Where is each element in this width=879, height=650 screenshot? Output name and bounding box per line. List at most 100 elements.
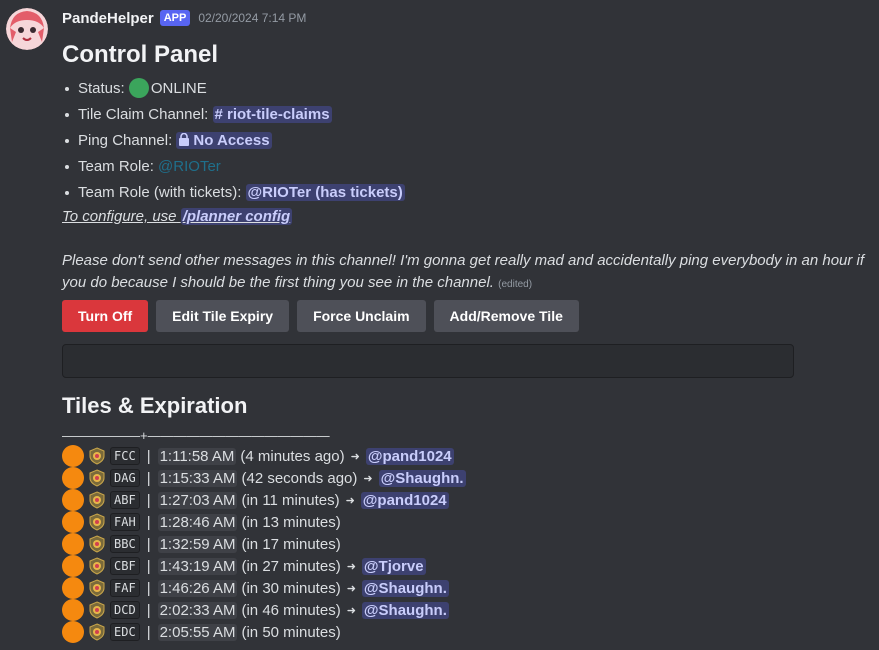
shield-icon	[88, 447, 106, 465]
status-value: ONLINE	[150, 80, 207, 97]
action-buttons: Turn Off Edit Tile Expiry Force Unclaim …	[62, 300, 879, 332]
message: PandeHelper APP 02/20/2024 7:14 PM Contr…	[62, 0, 879, 643]
tile-relative-time: (in 13 minutes)	[241, 513, 341, 531]
pipe-separator: |	[146, 557, 151, 575]
tile-claim-item: Tile Claim Channel: # riot-tile-claims	[65, 102, 879, 128]
status-label: Status:	[78, 80, 125, 97]
arrow-right-icon: ➜	[346, 604, 356, 617]
edit-tile-expiry-button[interactable]: Edit Tile Expiry	[156, 300, 290, 332]
tile-code: EDC	[110, 623, 140, 641]
tile-time[interactable]: 1:11:58 AM	[157, 447, 237, 465]
add-remove-tile-button[interactable]: Add/Remove Tile	[433, 300, 579, 332]
pipe-separator: |	[146, 535, 151, 553]
avatar[interactable]	[6, 8, 48, 50]
shield-icon	[88, 579, 106, 597]
tile-code: FAH	[110, 513, 140, 531]
team-role-item: Team Role: @RIOTer	[65, 154, 879, 180]
shield-icon	[88, 623, 106, 641]
tile-user-mention[interactable]: @pand1024	[360, 491, 449, 509]
shield-icon	[88, 513, 106, 531]
tile-user-mention[interactable]: @Tjorve	[361, 557, 426, 575]
orange-circle-icon	[62, 467, 84, 489]
pipe-separator: |	[146, 601, 151, 619]
team-role-tickets-mention[interactable]: @RIOTer (has tickets)	[245, 184, 405, 201]
pipe-separator: |	[146, 579, 151, 597]
tile-code: CBF	[110, 557, 140, 575]
force-unclaim-button[interactable]: Force Unclaim	[297, 300, 426, 332]
tile-user-mention[interactable]: @Shaughn.	[378, 469, 466, 487]
shield-icon	[88, 557, 106, 575]
ping-channel-value: No Access	[193, 132, 270, 149]
arrow-right-icon: ➜	[350, 450, 360, 463]
pipe-separator: |	[146, 447, 151, 465]
tiles-title: Tiles & Expiration	[62, 393, 248, 418]
tile-user-mention[interactable]: @Shaughn.	[361, 579, 449, 597]
tile-row: FAF | 1:46:26 AM (in 30 minutes) ➜ @Shaughn.	[62, 577, 879, 599]
tile-relative-time: (in 50 minutes)	[241, 623, 341, 641]
tile-time[interactable]: 2:05:55 AM	[157, 623, 238, 641]
tile-relative-time: (in 27 minutes)	[241, 557, 341, 575]
message-header: PandeHelper APP 02/20/2024 7:14 PM	[62, 0, 879, 36]
tile-relative-time: (in 11 minutes)	[241, 491, 340, 509]
orange-circle-icon	[62, 621, 84, 643]
avatar-image	[6, 8, 48, 50]
shield-icon	[88, 491, 106, 509]
panel-title: Control Panel	[62, 41, 219, 68]
tile-row: EDC | 2:05:55 AM (in 50 minutes)	[62, 621, 879, 643]
tile-row: FAH | 1:28:46 AM (in 13 minutes)	[62, 511, 879, 533]
tile-row: ABF | 1:27:03 AM (in 11 minutes) ➜ @pand1024	[62, 489, 879, 511]
shield-icon	[88, 469, 106, 487]
tile-relative-time: (42 seconds ago)	[241, 469, 358, 487]
tile-time[interactable]: 2:02:33 AM	[157, 601, 238, 619]
empty-embed-box	[62, 344, 794, 378]
shield-icon	[88, 535, 106, 553]
tile-row: CBF | 1:43:19 AM (in 27 minutes) ➜ @Tjorve	[62, 555, 879, 577]
arrow-right-icon: ➜	[363, 472, 373, 485]
tile-row: BBC | 1:32:59 AM (in 17 minutes)	[62, 533, 879, 555]
tile-code: BBC	[110, 535, 140, 553]
online-dot-icon	[128, 78, 149, 98]
tile-user-mention[interactable]: @Shaughn.	[361, 601, 449, 619]
status-list: Status: ONLINE Tile Claim Channel: # rio…	[62, 76, 879, 206]
arrow-right-icon: ➜	[346, 582, 356, 595]
tile-time[interactable]: 1:32:59 AM	[157, 535, 238, 553]
tile-claim-label: Tile Claim Channel:	[78, 106, 209, 123]
team-role-tickets-label: Team Role (with tickets):	[78, 184, 242, 201]
tile-time[interactable]: 1:15:33 AM	[157, 469, 238, 487]
tile-relative-time: (in 46 minutes)	[241, 601, 341, 619]
pipe-separator: |	[146, 623, 151, 641]
pipe-separator: |	[146, 469, 151, 487]
status-item: Status: ONLINE	[65, 76, 879, 102]
configure-command[interactable]: /planner config	[180, 208, 293, 225]
tile-user-mention[interactable]: @pand1024	[365, 447, 454, 465]
tile-code: ABF	[110, 491, 140, 509]
turn-off-button[interactable]: Turn Off	[62, 300, 149, 332]
tile-claim-channel-mention[interactable]: # riot-tile-claims	[212, 106, 332, 123]
note-text: Please don't send other messages in this…	[62, 252, 865, 291]
tile-time[interactable]: 1:28:46 AM	[157, 513, 238, 531]
orange-circle-icon	[62, 489, 84, 511]
arrow-right-icon: ➜	[346, 560, 356, 573]
tile-code: FAF	[110, 579, 140, 597]
ping-channel-mention[interactable]: No Access	[176, 132, 272, 149]
tile-code: DCD	[110, 601, 140, 619]
tiles-list: FCC | 1:11:58 AM (4 minutes ago) ➜ @pand1024 D…	[62, 445, 879, 643]
shield-icon	[88, 601, 106, 619]
tile-row: DCD | 2:02:33 AM (in 46 minutes) ➜ @Shaughn.	[62, 599, 879, 621]
tile-time[interactable]: 1:43:19 AM	[157, 557, 238, 575]
author-name[interactable]: PandeHelper	[62, 10, 154, 27]
pipe-separator: |	[146, 513, 151, 531]
tile-time[interactable]: 1:46:26 AM	[157, 579, 238, 597]
channel-note: Please don't send other messages in this…	[62, 250, 871, 296]
tiles-divider: ——————+——————————————	[62, 428, 330, 443]
tile-time[interactable]: 1:27:03 AM	[157, 491, 238, 509]
tile-row: FCC | 1:11:58 AM (4 minutes ago) ➜ @pand1024	[62, 445, 879, 467]
edited-marker: (edited)	[498, 279, 533, 290]
ping-channel-label: Ping Channel:	[78, 132, 173, 149]
orange-circle-icon	[62, 445, 84, 467]
team-role-tickets-item: Team Role (with tickets): @RIOTer (has t…	[65, 180, 879, 206]
orange-circle-icon	[62, 555, 84, 577]
team-role-mention[interactable]: @RIOTer	[158, 158, 221, 175]
tile-code: FCC	[110, 447, 140, 465]
ping-channel-item: Ping Channel: No Access	[65, 128, 879, 154]
